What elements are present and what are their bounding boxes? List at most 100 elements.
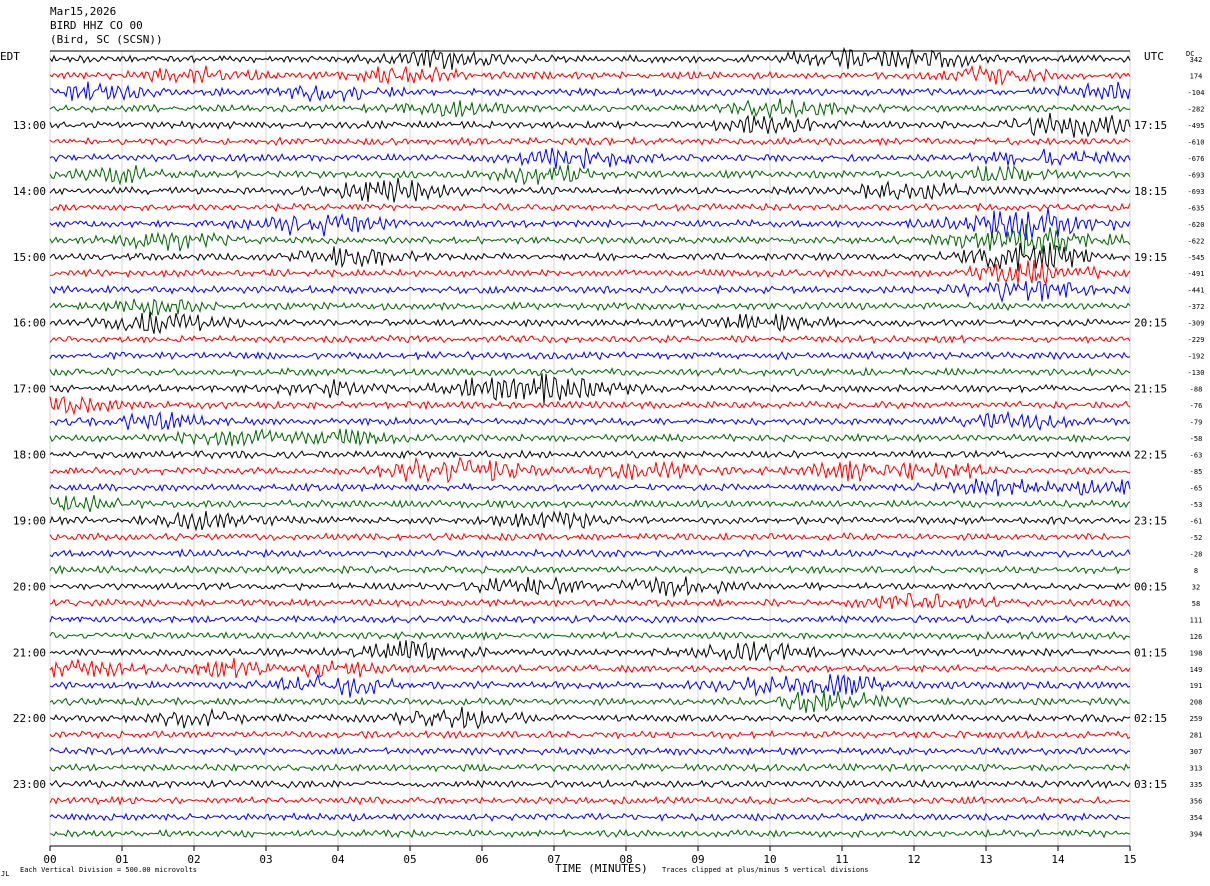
left-hour-label: 20:00 [13,580,46,593]
dc-offset-value: 8 [1194,567,1198,575]
dc-offset-value: 354 [1190,814,1203,822]
right-hour-label: 19:15 [1134,251,1167,264]
seismic-trace [49,640,1131,662]
dc-offset-value: -130 [1188,369,1205,377]
left-hour-label: 22:00 [13,712,46,725]
seismic-trace [49,46,1131,70]
x-tick-label: 14 [1051,853,1065,866]
seismic-trace [49,242,1131,272]
dc-offset-value: -491 [1188,270,1205,278]
clipping-note: Traces clipped at plus/minus 5 vertical … [662,866,869,874]
seismic-trace [49,311,1131,335]
seismic-trace [49,614,1131,625]
dc-offset-value: -104 [1188,89,1205,97]
seismic-trace [49,494,1131,513]
seismic-trace [49,202,1131,213]
dc-offset-value: 58 [1192,600,1200,608]
right-hour-label: 01:15 [1134,646,1167,659]
dc-offset-value: -61 [1190,517,1203,525]
right-hour-label: 23:15 [1134,514,1167,527]
dc-offset-value: 191 [1190,682,1203,690]
helicorder-plot: 00 01 02 03 04 05 06 07 08 09 10 11 12 13 14 15342174-1… [13,46,1205,866]
dc-offset-value: 149 [1190,666,1203,674]
seismic-trace [49,706,1131,730]
dc-offset-value: -309 [1188,320,1205,328]
left-hour-label: 23:00 [13,778,46,791]
dc-offset-value: -282 [1188,105,1205,113]
dc-offset-value: -676 [1188,155,1205,163]
dc-offset-value: -58 [1190,435,1203,443]
right-hour-label: 20:15 [1134,317,1167,330]
dc-offset-value: -372 [1188,303,1205,311]
corner-mark: JL [1,870,10,878]
dc-offset-value: -28 [1190,550,1203,558]
dc-offset-value: 126 [1190,633,1203,641]
dc-offset-value: 281 [1190,732,1203,740]
x-tick-label: 12 [907,853,920,866]
dc-offset-value: 174 [1190,72,1203,80]
seismic-trace [49,410,1131,431]
seismic-trace [49,98,1131,119]
x-tick-label: 04 [331,853,345,866]
seismic-trace [49,164,1131,186]
x-tick-label: 10 [763,853,776,866]
dc-offset-value: -76 [1190,402,1203,410]
left-hour-label: 18:00 [13,449,46,462]
x-tick-label: 15 [1123,853,1136,866]
seismic-trace [49,334,1131,345]
seismic-trace [49,729,1131,740]
seismic-trace [49,208,1131,241]
left-hour-label: 21:00 [13,646,46,659]
seismic-trace [49,428,1131,448]
seismic-trace [49,630,1131,642]
dc-offset-value: -693 [1188,171,1205,179]
left-hour-label: 15:00 [13,251,46,264]
seismic-trace [49,592,1131,610]
dc-offset-value: -610 [1188,138,1205,146]
seismic-trace [49,779,1131,790]
x-tick-label: 02 [187,853,200,866]
seismic-trace [49,298,1131,316]
dc-offset-value: 335 [1190,781,1203,789]
left-hour-label: 16:00 [13,317,46,330]
seismic-trace [49,395,1131,416]
dc-offset-value: 208 [1190,699,1203,707]
x-tick-label: 01 [115,853,128,866]
dc-offset-value: 307 [1190,748,1203,756]
seismic-trace [49,812,1131,823]
seismic-trace [49,456,1131,484]
dc-offset-value: -693 [1188,188,1205,196]
dc-offset-value: 313 [1190,765,1203,773]
seismic-trace [49,762,1131,773]
x-tick-label: 13 [979,853,992,866]
left-hour-label: 14:00 [13,185,46,198]
dc-offset-value: -53 [1190,501,1203,509]
x-tick-label: 05 [403,853,416,866]
seismic-trace [49,531,1131,542]
dc-offset-value: 198 [1190,649,1203,657]
dc-offset-value: -495 [1188,122,1205,130]
seismic-trace [49,366,1131,378]
seismic-trace [49,673,1131,698]
dc-offset-value: 356 [1190,798,1203,806]
dc-offset-value: -192 [1188,353,1205,361]
dc-offset-value: -229 [1188,336,1205,344]
right-hour-label: 22:15 [1134,449,1167,462]
x-tick-label: 00 [43,853,56,866]
seismic-trace [49,373,1131,405]
dc-offset-value: -635 [1188,204,1205,212]
seismic-trace [49,575,1131,598]
seismic-trace [49,350,1131,361]
dc-offset-value: -63 [1190,452,1203,460]
dc-offset-value: 394 [1190,831,1203,839]
x-tick-label: 09 [691,853,704,866]
left-hour-label: 13:00 [13,119,46,132]
dc-offset-value: -441 [1188,287,1205,295]
right-hour-label: 18:15 [1134,185,1167,198]
seismic-trace [49,746,1131,757]
seismic-trace [49,510,1131,532]
seismic-trace [49,81,1131,103]
dc-offset-value: -622 [1188,237,1205,245]
seismic-trace [49,478,1131,497]
dc-offset-value: -88 [1190,386,1203,394]
